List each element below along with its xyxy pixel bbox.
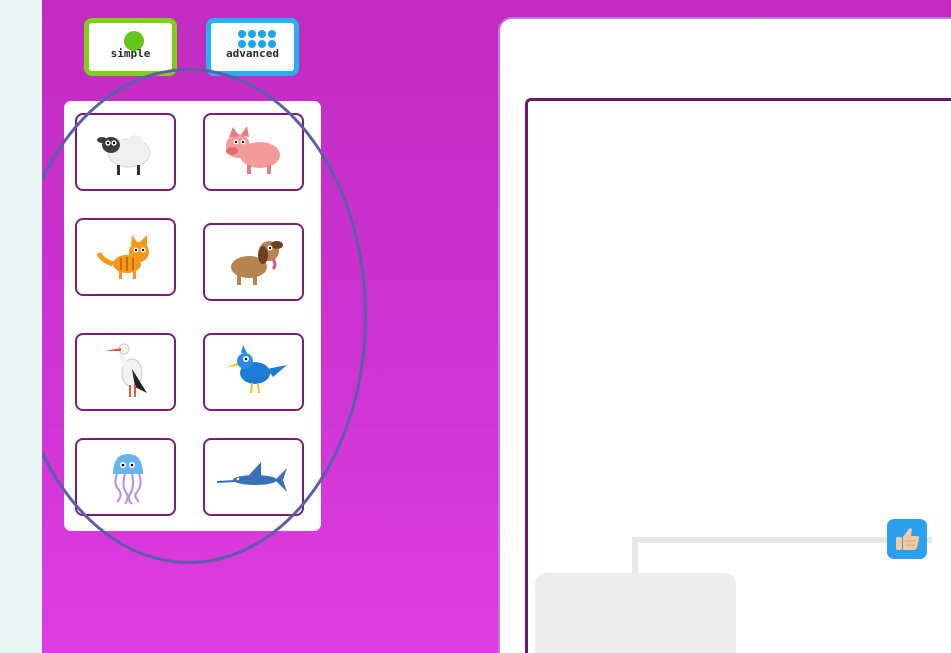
cat-icon xyxy=(96,235,149,279)
jellyfish-icon xyxy=(113,454,143,505)
stork-icon xyxy=(105,343,147,397)
animal-tile-pig[interactable] xyxy=(203,113,304,191)
animal-tile-cat[interactable] xyxy=(75,218,176,296)
sheep-icon xyxy=(97,135,151,175)
animal-tile-bird[interactable] xyxy=(203,333,304,411)
thumbs-up-button[interactable] xyxy=(887,519,927,559)
drop-box[interactable] xyxy=(535,573,736,653)
simple-mode-label: simple xyxy=(110,47,151,60)
advanced-mode-button[interactable]: advanced xyxy=(206,18,299,76)
advanced-mode-label: advanced xyxy=(226,47,279,60)
dog-icon xyxy=(231,241,283,285)
thumbs-up-icon xyxy=(896,528,920,550)
animal-palette xyxy=(64,101,321,531)
bird-icon xyxy=(227,345,287,394)
pig-icon xyxy=(226,126,280,174)
animal-tile-stork[interactable] xyxy=(75,333,176,411)
animal-tile-dog[interactable] xyxy=(203,223,304,301)
simple-mode-button[interactable]: simple xyxy=(84,18,177,76)
swordfish-icon xyxy=(216,462,287,492)
animal-tile-jellyfish[interactable] xyxy=(75,438,176,516)
workspace-area[interactable] xyxy=(525,98,951,653)
animal-tile-sheep[interactable] xyxy=(75,113,176,191)
connector-line-vertical xyxy=(632,537,638,575)
animal-tile-swordfish[interactable] xyxy=(203,438,304,516)
app-stage: simple advanced xyxy=(42,0,951,653)
